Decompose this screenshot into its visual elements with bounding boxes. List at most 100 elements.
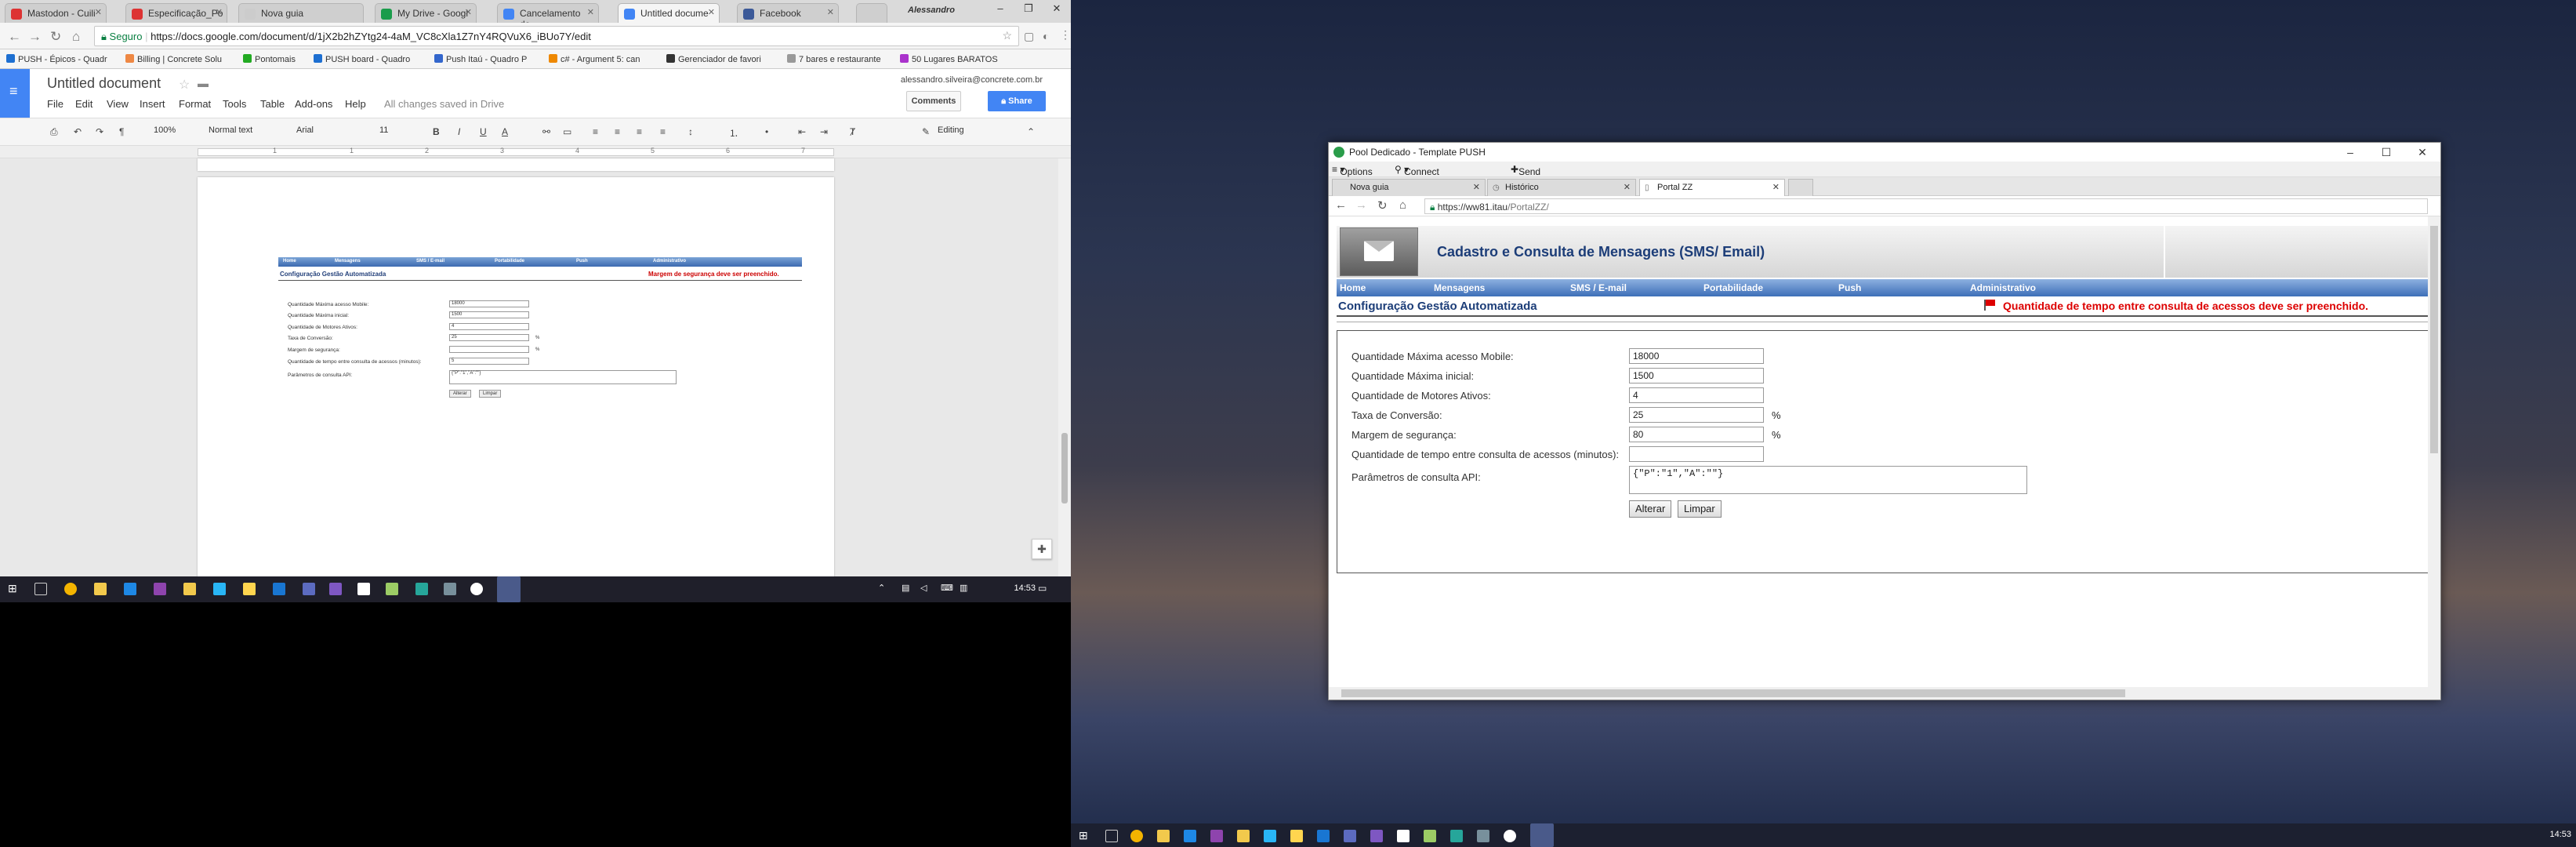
browser-tab[interactable]: Mastodon - Cuili ✕	[5, 3, 107, 23]
star-icon[interactable]: ☆	[1002, 29, 1012, 42]
ie-url-input[interactable]: 🔒︎ https://ww81.itau/PortalZZ/	[1424, 198, 2428, 214]
limpar-button[interactable]: Limpar	[1678, 500, 1722, 518]
folder-icon[interactable]: ▬	[198, 77, 209, 89]
close-icon[interactable]: ✕	[1043, 0, 1071, 17]
app-icon[interactable]	[1424, 830, 1436, 842]
ie-tab-active[interactable]: ▯ Portal ZZ ✕	[1639, 179, 1785, 196]
user-email[interactable]: alessandro.silveira@concrete.com.br	[901, 75, 1043, 85]
menu-view[interactable]: View	[107, 98, 129, 110]
app-icon[interactable]	[243, 583, 256, 595]
bookmark-item[interactable]: PUSH board - Quadro	[314, 54, 423, 64]
app-icon[interactable]	[470, 583, 483, 595]
app-icon[interactable]	[1344, 830, 1356, 842]
vscode-icon[interactable]	[1317, 830, 1330, 842]
app-icon[interactable]	[213, 583, 226, 595]
app-icon[interactable]	[1290, 830, 1303, 842]
document-title[interactable]: Untitled document	[47, 75, 161, 92]
scroll-thumb[interactable]	[2430, 226, 2438, 453]
scroll-thumb[interactable]	[1061, 433, 1068, 503]
home-icon[interactable]: ⌂	[1399, 198, 1406, 212]
query-interval-input[interactable]	[1629, 446, 1764, 462]
app-icon[interactable]	[1504, 830, 1516, 842]
close-tab-icon[interactable]: ✕	[1772, 182, 1780, 192]
menu-tools[interactable]: Tools	[223, 98, 246, 110]
volume-icon[interactable]: ◁	[920, 583, 933, 595]
menu-table[interactable]: Table	[260, 98, 285, 110]
bookmark-item[interactable]: PUSH - Épicos - Quadr	[6, 54, 124, 64]
active-engines-input[interactable]: 4	[1629, 387, 1764, 403]
close-tab-icon[interactable]: ✕	[1473, 182, 1480, 192]
alterar-button[interactable]: Alterar	[1629, 500, 1672, 518]
folder-icon[interactable]	[183, 583, 196, 595]
mail-icon[interactable]	[357, 583, 370, 595]
bookmark-item[interactable]: Billing | Concrete Solu	[125, 54, 235, 64]
bookmark-item[interactable]: Gerenciador de favori	[666, 54, 776, 64]
folder-icon[interactable]	[1157, 830, 1170, 842]
edge-icon[interactable]	[1184, 830, 1196, 842]
undo-icon[interactable]: ↶	[74, 126, 82, 137]
bookmark-item[interactable]: Push Itaú - Quadro P	[434, 54, 536, 64]
max-mobile-input[interactable]: 18000	[1629, 348, 1764, 364]
nav-push[interactable]: Push	[1838, 282, 1861, 293]
font-select[interactable]: Arial	[296, 125, 314, 135]
menu-insert[interactable]: Insert	[140, 98, 165, 110]
folder-icon[interactable]	[1237, 830, 1250, 842]
vscode-icon[interactable]	[273, 583, 285, 595]
new-tab-button[interactable]	[856, 3, 887, 23]
forward-icon[interactable]: →	[1355, 198, 1367, 212]
star-icon[interactable]: ☆	[179, 77, 190, 93]
windows-start-icon[interactable]: ⊞	[8, 582, 20, 594]
close-tab-icon[interactable]: ✕	[708, 7, 715, 17]
keyboard-icon[interactable]: ⌨	[941, 583, 953, 595]
app-icon[interactable]	[1477, 830, 1489, 842]
taskbar-clock[interactable]: 14:53	[1014, 583, 1036, 593]
minimize-icon[interactable]: –	[986, 0, 1014, 17]
close-tab-icon[interactable]: ✕	[95, 7, 102, 17]
conversion-rate-input[interactable]: 25	[1629, 407, 1764, 423]
cast-icon[interactable]: ▢	[1024, 30, 1034, 43]
ie-tab[interactable]: Nova guia ✕	[1332, 179, 1486, 196]
clear-formatting-icon[interactable]: Ⱦ	[850, 126, 855, 137]
nav-sms-email[interactable]: SMS / E-mail	[1570, 282, 1627, 293]
close-tab-icon[interactable]: ✕	[216, 7, 223, 17]
collapse-icon[interactable]: ⌃	[1027, 126, 1035, 137]
menu-icon[interactable]: ⋮	[1060, 28, 1071, 42]
max-initial-input[interactable]: 1500	[1629, 368, 1764, 384]
browser-tab[interactable]: Nova guia	[238, 3, 364, 23]
api-params-textarea[interactable]: {"P":"1","A":""}	[1629, 466, 2027, 494]
maximize-icon[interactable]: ☐	[2368, 143, 2404, 162]
tray-chevron-icon[interactable]: ⌃	[878, 583, 891, 595]
line-spacing-icon[interactable]: ↕	[688, 126, 693, 137]
explore-icon[interactable]: ✚	[1032, 539, 1052, 559]
numbered-list-icon[interactable]: ⒈	[729, 126, 738, 140]
decrease-indent-icon[interactable]: ⇤	[798, 126, 806, 137]
align-right-icon[interactable]: ≡	[637, 126, 642, 137]
align-left-icon[interactable]: ≡	[593, 126, 598, 137]
edge-icon[interactable]	[124, 583, 136, 595]
app-icon[interactable]	[444, 583, 456, 595]
justify-icon[interactable]: ≡	[660, 126, 666, 137]
increase-indent-icon[interactable]: ⇥	[820, 126, 828, 137]
align-center-icon[interactable]: ≡	[615, 126, 620, 137]
options-menu[interactable]: ≡ Options ▾	[1332, 164, 1373, 177]
close-tab-icon[interactable]: ✕	[1624, 182, 1631, 192]
close-tab-icon[interactable]: ✕	[587, 7, 594, 17]
chrome-icon[interactable]	[1130, 830, 1143, 842]
browser-tab[interactable]: Especificação_Po ✕	[125, 3, 227, 23]
network-icon[interactable]: ▤	[902, 583, 914, 595]
reload-icon[interactable]: ↻	[1377, 198, 1388, 213]
bookmark-item[interactable]: c# - Argument 5: can	[549, 54, 659, 64]
editing-mode-select[interactable]: Editing	[938, 125, 964, 135]
save-status[interactable]: All changes saved in Drive	[384, 98, 504, 110]
italic-icon[interactable]: I	[458, 126, 460, 137]
menu-help[interactable]: Help	[345, 98, 366, 110]
reload-icon[interactable]: ↻	[50, 29, 61, 45]
close-tab-icon[interactable]: ✕	[827, 7, 834, 17]
visual-studio-icon[interactable]	[1370, 830, 1383, 842]
document-scrollbar[interactable]	[1058, 158, 1071, 576]
embedded-screenshot[interactable]: Home Mensagens SMS / E-mail Portabilidad…	[278, 257, 802, 398]
menu-edit[interactable]: Edit	[75, 98, 93, 110]
browser-tab[interactable]: Cancelamento de✕	[497, 3, 599, 30]
app-icon[interactable]	[1450, 830, 1463, 842]
bookmark-item[interactable]: 7 bares e restaurante	[787, 54, 889, 64]
